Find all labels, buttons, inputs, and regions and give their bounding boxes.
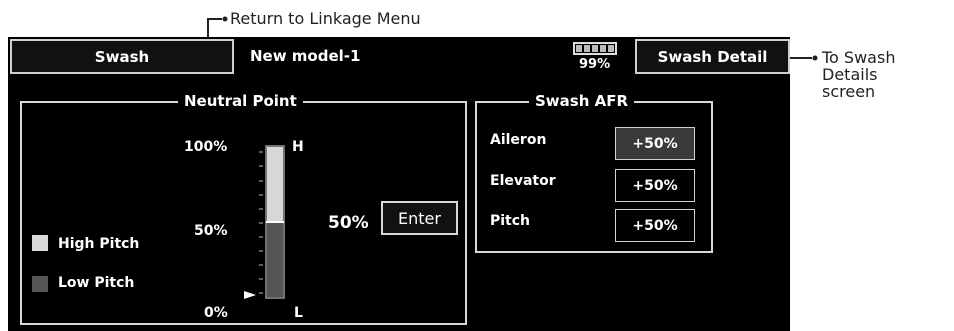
enter-button[interactable]: Enter bbox=[381, 201, 458, 235]
battery-icon bbox=[573, 42, 617, 55]
scale-100-label: 100% bbox=[184, 139, 228, 155]
scale-0-label: 0% bbox=[204, 305, 228, 321]
model-name: New model-1 bbox=[250, 47, 361, 65]
battery-indicator: 99% bbox=[567, 42, 623, 72]
battery-percent: 99% bbox=[579, 57, 611, 72]
afr-elevator-label: Elevator bbox=[490, 173, 556, 189]
legend-low-swatch bbox=[32, 276, 48, 292]
high-pitch-fill bbox=[267, 147, 283, 222]
swash-afr-title: Swash AFR bbox=[529, 92, 635, 110]
afr-elevator-value[interactable]: +50% bbox=[615, 169, 695, 202]
neutral-point-bar[interactable] bbox=[228, 137, 308, 317]
transmitter-screen: Swash New model-1 99% Swash Detail Neutr… bbox=[8, 37, 790, 331]
low-pitch-fill bbox=[267, 222, 283, 297]
callout-line-1: To Swash bbox=[822, 48, 896, 67]
to-swash-details-callout: To Swash Details screen bbox=[822, 49, 895, 100]
return-linkage-callout: Return to Linkage Menu bbox=[230, 9, 421, 28]
callout-line-2: Details bbox=[822, 65, 878, 84]
afr-pitch-label: Pitch bbox=[490, 213, 531, 229]
legend-high-swatch bbox=[32, 235, 48, 251]
legend-low-label: Low Pitch bbox=[58, 275, 135, 291]
pointer-arrow-icon bbox=[244, 291, 256, 299]
swash-button[interactable]: Swash bbox=[10, 39, 234, 74]
high-marker: H bbox=[292, 139, 304, 155]
low-marker: L bbox=[294, 305, 303, 321]
scale-50-label: 50% bbox=[194, 223, 228, 239]
neutral-point-value: 50% bbox=[328, 213, 369, 233]
legend-high-label: High Pitch bbox=[58, 236, 140, 252]
callout-line-3: screen bbox=[822, 82, 876, 101]
afr-aileron-value[interactable]: +50% bbox=[615, 127, 695, 160]
afr-pitch-value[interactable]: +50% bbox=[615, 209, 695, 242]
afr-aileron-label: Aileron bbox=[490, 132, 547, 148]
swash-detail-button[interactable]: Swash Detail bbox=[635, 39, 790, 74]
neutral-point-title: Neutral Point bbox=[178, 92, 303, 110]
